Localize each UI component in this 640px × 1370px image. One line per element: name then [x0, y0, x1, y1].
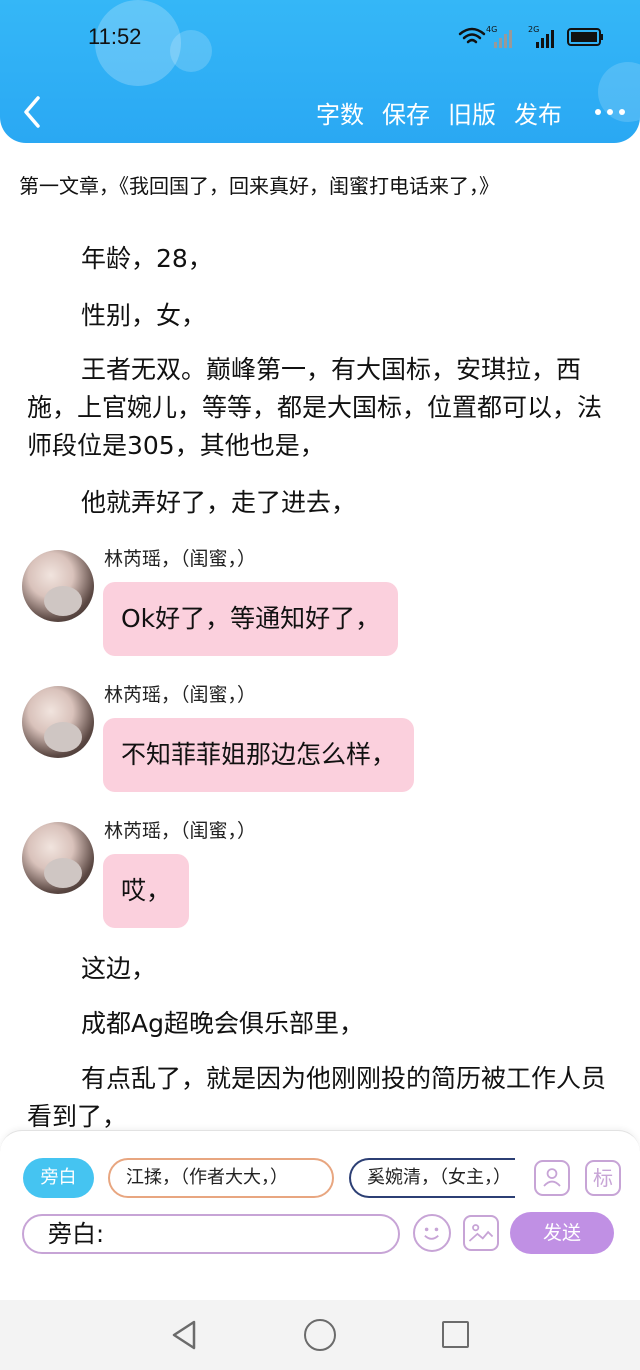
speaker-name: 林芮瑶，（闺蜜，）	[104, 548, 257, 570]
send-button[interactable]: 发送	[510, 1212, 614, 1254]
chapter-title[interactable]: 第一文章，《我回国了，回来真好，闺蜜打电话来了，》	[19, 170, 635, 199]
old-version-button[interactable]: 旧版	[448, 95, 496, 130]
role-manage-icon[interactable]	[534, 1160, 570, 1196]
paragraph[interactable]: 性别，女，	[27, 297, 607, 335]
role-chip-author[interactable]: 江揉，（作者大大，）	[108, 1158, 334, 1198]
avatar[interactable]	[22, 686, 94, 758]
network-label-4g: 4G	[486, 25, 497, 34]
more-options-icon[interactable]	[580, 92, 640, 132]
paragraph[interactable]: 这边，	[27, 950, 607, 988]
paragraph[interactable]: 他就弄好了，走了进去，	[27, 484, 607, 522]
system-nav-bar	[0, 1300, 640, 1370]
message-bubble[interactable]: Ok好了，等通知好了，	[103, 582, 399, 656]
top-app-bar: 11:52 4G 2G 字数 保存 旧版 发布	[0, 0, 640, 143]
speaker-name: 林芮瑶，（闺蜜，）	[104, 820, 257, 842]
battery-icon	[567, 28, 603, 46]
tag-button[interactable]: 标	[585, 1160, 621, 1196]
avatar[interactable]	[22, 822, 94, 894]
header-actions: 字数 保存 旧版 发布	[316, 92, 640, 132]
nav-recents-icon[interactable]	[442, 1321, 469, 1348]
decor-bubble	[170, 30, 212, 72]
avatar[interactable]	[22, 550, 94, 622]
message-input[interactable]: 旁白:	[22, 1214, 400, 1254]
nav-back-icon[interactable]	[168, 1318, 202, 1352]
emoji-icon[interactable]	[413, 1214, 451, 1252]
role-chip-narration[interactable]: 旁白	[23, 1158, 94, 1198]
status-time: 11:52	[88, 24, 142, 49]
image-icon[interactable]	[463, 1215, 499, 1251]
word-count-button[interactable]: 字数	[316, 95, 364, 130]
speaker-name: 林芮瑶，（闺蜜，）	[104, 684, 257, 706]
wifi-icon	[458, 27, 486, 44]
network-label-2g: 2G	[528, 25, 539, 34]
back-arrow-icon[interactable]	[14, 92, 54, 132]
publish-button[interactable]: 发布	[514, 95, 562, 130]
role-chip-heroine[interactable]: 奚婉清，（女主，）	[349, 1158, 515, 1198]
paragraph[interactable]: 成都Ag超晚会俱乐部里，	[27, 1005, 607, 1043]
message-bubble[interactable]: 不知菲菲姐那边怎么样，	[103, 718, 415, 792]
status-icons: 4G 2G	[458, 25, 603, 48]
message-bubble[interactable]: 哎，	[103, 854, 190, 928]
paragraph[interactable]: 年龄，28，	[27, 240, 607, 278]
paragraph[interactable]: 有点乱了，就是因为他刚刚投的简历被工作人员看到了，	[27, 1060, 607, 1136]
nav-home-icon[interactable]	[304, 1319, 336, 1351]
paragraph[interactable]: 王者无双。巅峰第一，有大国标，安琪拉，西施，上官婉儿，等等，都是大国标，位置都可…	[27, 351, 607, 465]
save-button[interactable]: 保存	[382, 95, 430, 130]
composer-panel: 旁白 江揉，（作者大大，） 奚婉清，（女主，） 标 旁白: 发送	[0, 1130, 640, 1300]
